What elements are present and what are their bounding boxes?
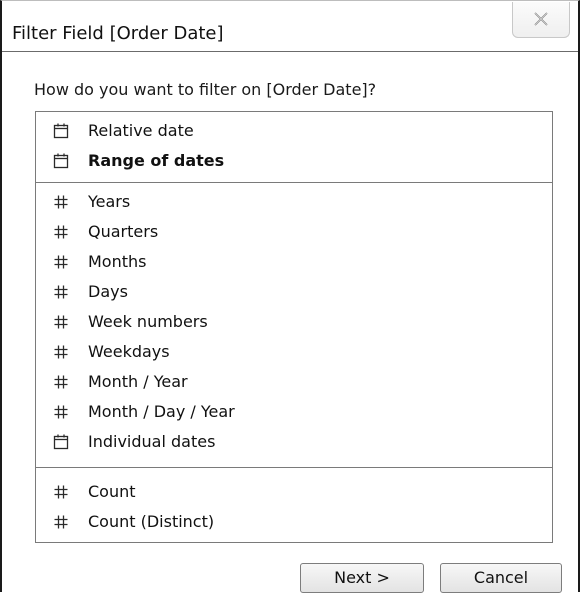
list-item-days[interactable]: Days [36,278,552,306]
list-item-month-day-year[interactable]: Month / Day / Year [36,398,552,426]
list-item-label: Months [88,252,147,271]
hash-icon [54,255,68,269]
list-item-count-distinct[interactable]: Count (Distinct) [36,508,552,536]
list-item-label: Years [88,192,131,211]
list-item-week-numbers[interactable]: Week numbers [36,308,552,336]
calendar-icon [53,153,69,169]
list-item-label: Days [88,282,128,301]
hash-icon [54,195,68,209]
hash-icon [54,405,68,419]
titlebar-divider [2,51,578,52]
list-item-weekdays[interactable]: Weekdays [36,338,552,366]
hash-icon [54,485,68,499]
list-item-count[interactable]: Count [36,478,552,506]
close-icon [534,12,548,26]
list-item-label: Month / Day / Year [88,402,235,421]
hash-icon [54,225,68,239]
hash-icon [54,315,68,329]
list-item-range-of-dates[interactable]: Range of dates [36,147,552,175]
filter-field-dialog: Filter Field [Order Date] How do you wan… [0,0,580,593]
list-item-label: Quarters [88,222,159,241]
list-item-label: Individual dates [88,432,216,451]
list-item-label: Range of dates [88,151,225,170]
list-item-label: Month / Year [88,372,188,391]
list-item-label: Week numbers [88,312,208,331]
list-item-label: Count [88,482,136,501]
list-item-relative-date[interactable]: Relative date [36,117,552,145]
next-button[interactable]: Next > [300,563,424,593]
dialog-titlebar: Filter Field [Order Date] [2,1,578,51]
close-button[interactable] [512,2,570,38]
list-item-month-year[interactable]: Month / Year [36,368,552,396]
list-item-label: Count (Distinct) [88,512,215,531]
hash-icon [54,345,68,359]
list-item-quarters[interactable]: Quarters [36,218,552,246]
hash-icon [54,375,68,389]
list-item-individual-dates[interactable]: Individual dates [36,428,552,456]
list-item-years[interactable]: Years [36,188,552,216]
list-separator [36,467,552,468]
list-item-label: Weekdays [88,342,170,361]
cancel-button[interactable]: Cancel [440,563,562,593]
list-separator [36,182,552,183]
list-item-months[interactable]: Months [36,248,552,276]
hash-icon [54,285,68,299]
dialog-title: Filter Field [Order Date] [12,23,224,44]
hash-icon [54,515,68,529]
list-item-label: Relative date [88,121,194,140]
filter-type-list: Relative date Range of dates Years Quart… [35,111,553,543]
filter-prompt: How do you want to filter on [Order Date… [34,80,377,99]
calendar-icon [53,434,69,450]
calendar-icon [53,123,69,139]
